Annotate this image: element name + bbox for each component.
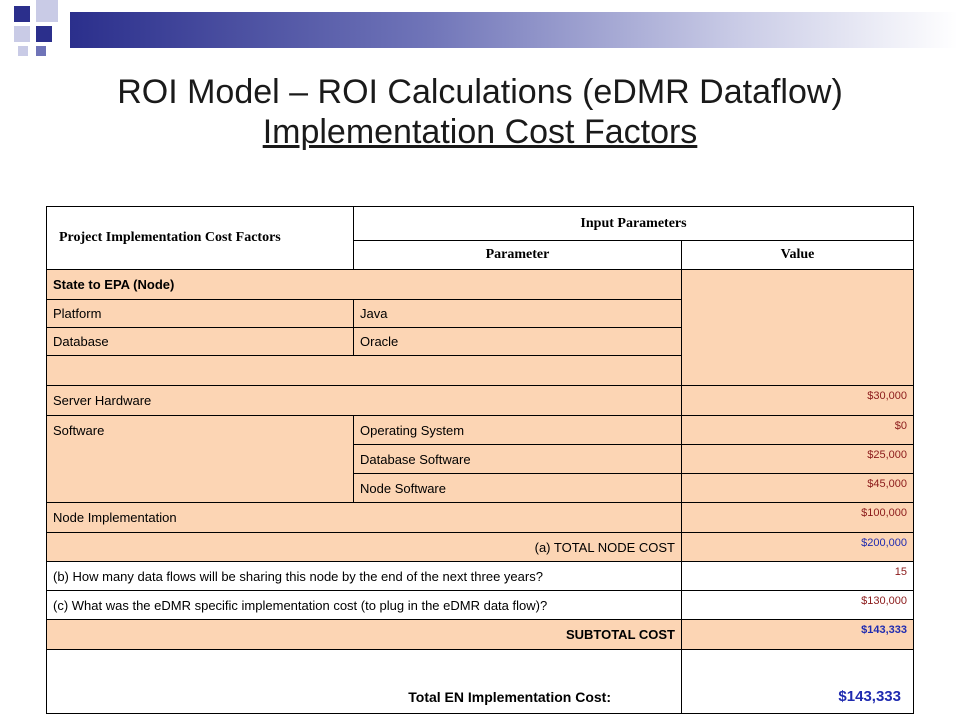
table-row: (a) TOTAL NODE COST $200,000 bbox=[46, 532, 914, 562]
grand-total-value: $143,333 bbox=[681, 649, 914, 714]
server-hardware-value: $30,000 bbox=[681, 385, 914, 416]
software-item-label: Operating System bbox=[353, 415, 682, 445]
table-row: Software Operating System $0 bbox=[46, 415, 914, 503]
implementation-cost-table: Project Implementation Cost Factors Inpu… bbox=[46, 206, 914, 714]
software-item-label: Node Software bbox=[353, 473, 682, 503]
header-square-light-1 bbox=[36, 0, 58, 22]
header-gradient-bar bbox=[70, 12, 958, 48]
server-hardware-label: Server Hardware bbox=[46, 385, 682, 416]
section-state-to-epa: State to EPA (Node) bbox=[46, 269, 682, 300]
page-title-line2: Implementation Cost Factors bbox=[262, 113, 698, 151]
header-square-light-2 bbox=[14, 26, 30, 42]
platform-label: Platform bbox=[46, 299, 354, 328]
software-item-value: $45,000 bbox=[681, 473, 914, 503]
header-square-navy-1 bbox=[14, 6, 30, 22]
page-title: ROI Model – ROI Calculations (eDMR Dataf… bbox=[0, 72, 960, 152]
total-node-cost-value: $200,000 bbox=[681, 532, 914, 562]
data-flows-question: (b) How many data flows will be sharing … bbox=[46, 561, 682, 591]
table-row: (c) What was the eDMR specific implement… bbox=[46, 590, 914, 620]
software-label: Software bbox=[46, 415, 354, 503]
blank-row bbox=[46, 355, 682, 386]
edmr-cost-question: (c) What was the eDMR specific implement… bbox=[46, 590, 682, 620]
database-value: Oracle bbox=[353, 327, 682, 356]
section-blank-cell bbox=[681, 269, 914, 386]
table-row: Server Hardware $30,000 bbox=[46, 385, 914, 416]
node-implementation-label: Node Implementation bbox=[46, 502, 682, 533]
header-input-parameters: Input Parameters bbox=[353, 206, 914, 241]
software-item-value: $25,000 bbox=[681, 444, 914, 474]
table-row: Total EN Implementation Cost: $143,333 bbox=[46, 649, 914, 714]
table-row: (b) How many data flows will be sharing … bbox=[46, 561, 914, 591]
page-title-line1: ROI Model – ROI Calculations (eDMR Dataf… bbox=[117, 73, 843, 111]
software-item-value: $0 bbox=[681, 415, 914, 445]
header-square-navy-2 bbox=[36, 26, 52, 42]
header-square-mid-1 bbox=[36, 46, 46, 56]
header-parameter: Parameter bbox=[353, 240, 682, 270]
header-value: Value bbox=[681, 240, 914, 270]
edmr-cost-value: $130,000 bbox=[681, 590, 914, 620]
table-row: Node Implementation $100,000 bbox=[46, 502, 914, 533]
total-node-cost-label: (a) TOTAL NODE COST bbox=[46, 532, 682, 562]
subtotal-value: $143,333 bbox=[681, 619, 914, 650]
software-item-label: Database Software bbox=[353, 444, 682, 474]
database-label: Database bbox=[46, 327, 354, 356]
header-factors: Project Implementation Cost Factors bbox=[46, 206, 354, 270]
grand-total-label: Total EN Implementation Cost: bbox=[46, 649, 682, 714]
node-implementation-value: $100,000 bbox=[681, 502, 914, 533]
table-row: SUBTOTAL COST $143,333 bbox=[46, 619, 914, 650]
data-flows-value: 15 bbox=[681, 561, 914, 591]
platform-value: Java bbox=[353, 299, 682, 328]
subtotal-label: SUBTOTAL COST bbox=[46, 619, 682, 650]
header-square-light-3 bbox=[18, 46, 28, 56]
